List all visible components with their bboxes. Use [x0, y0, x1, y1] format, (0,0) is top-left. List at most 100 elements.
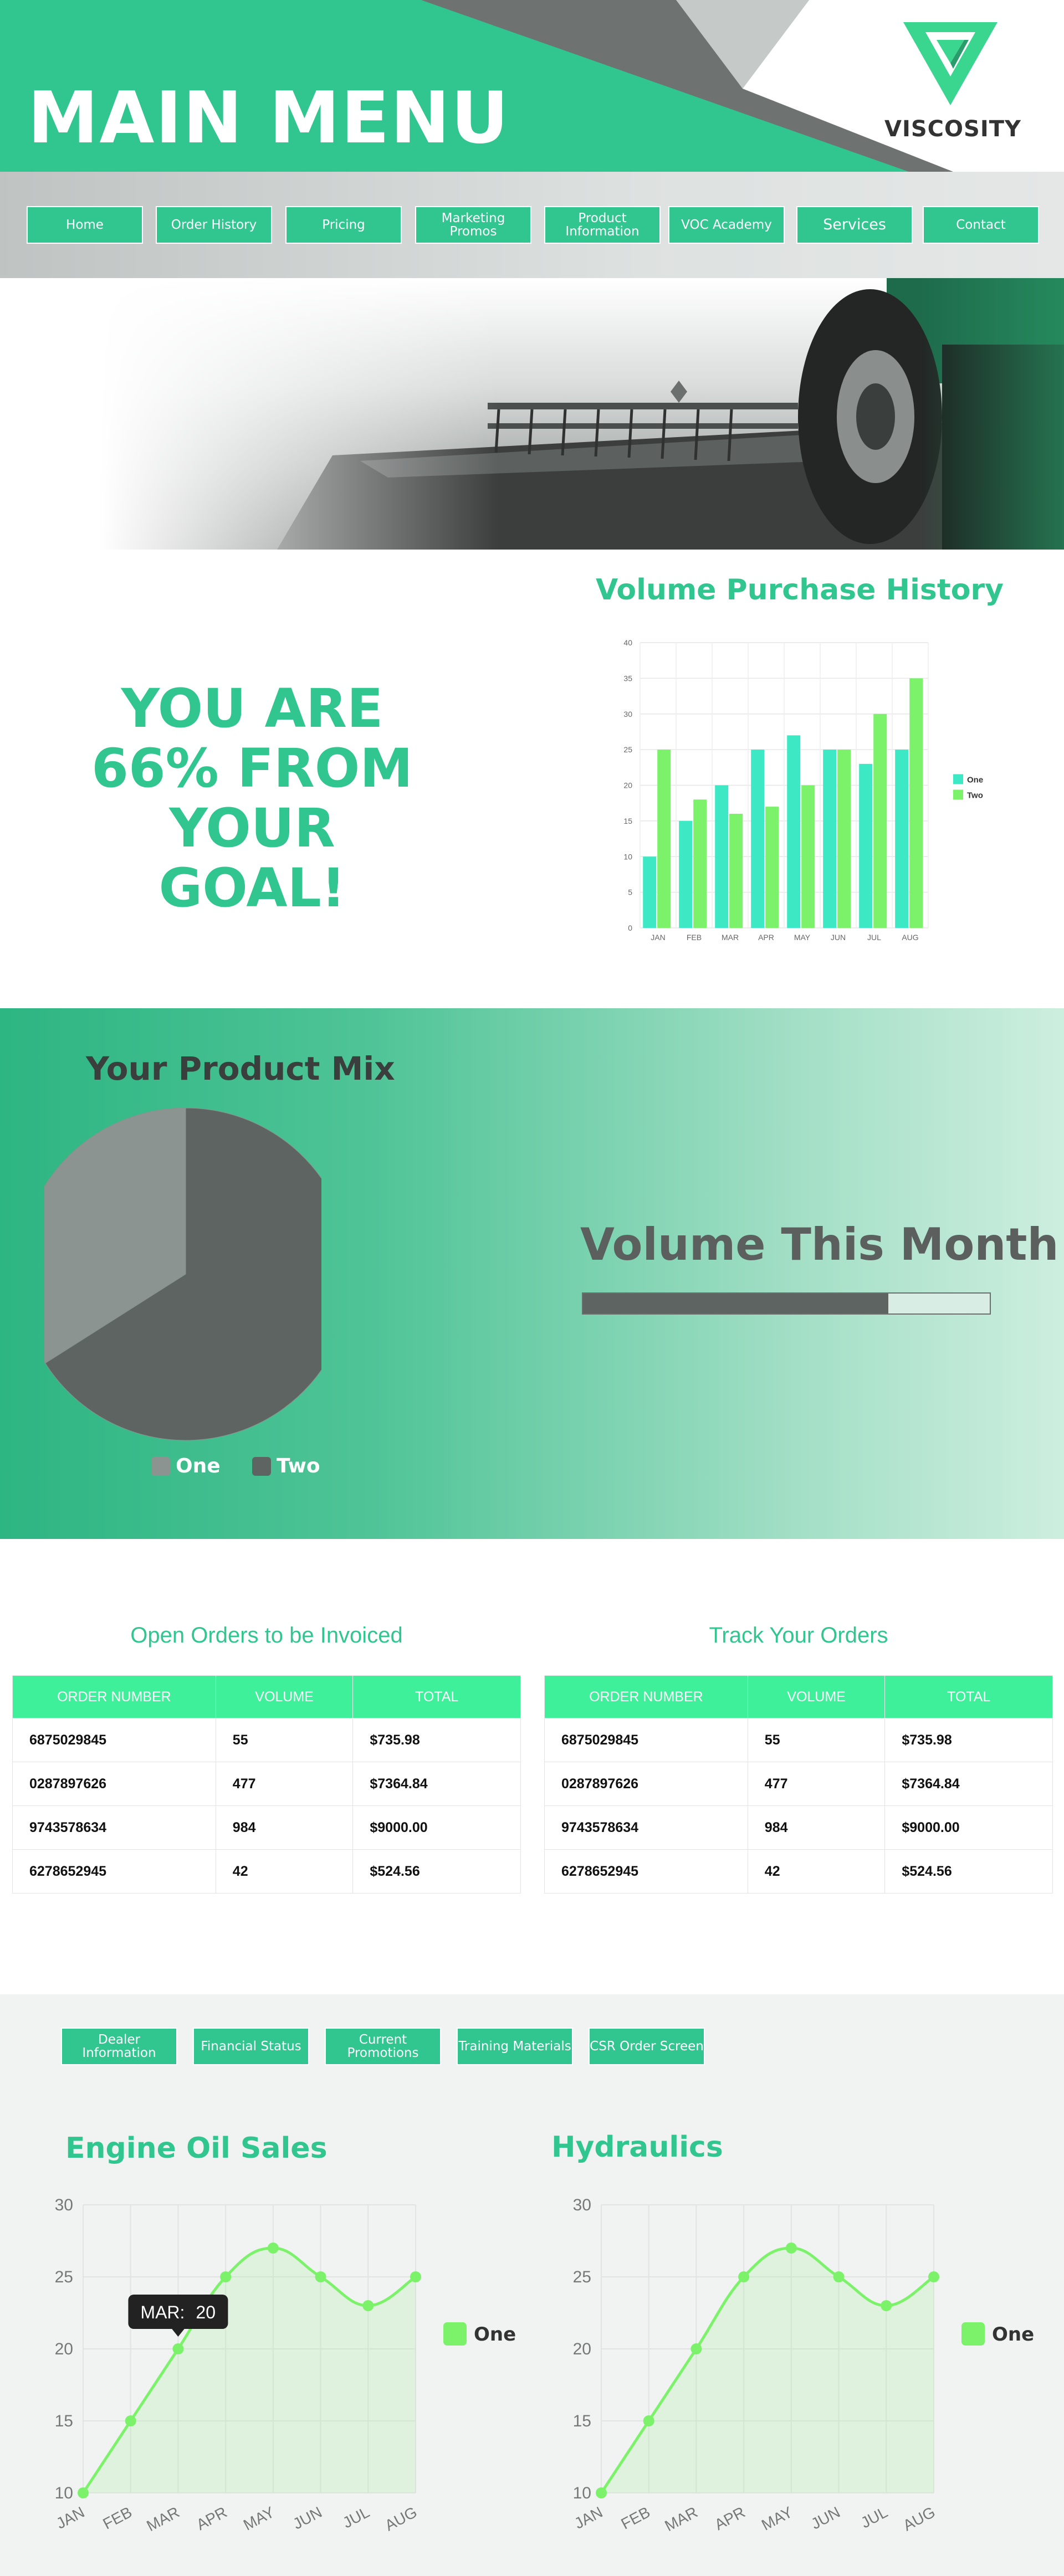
legend-swatch [443, 2322, 467, 2346]
order-number-cell: 6278652945 [544, 1849, 748, 1893]
x-tick-label: JUL [858, 2503, 891, 2532]
data-point [881, 2300, 892, 2311]
x-tick-label: FEB [100, 2503, 135, 2533]
x-tick-label: JUN [808, 2503, 843, 2533]
csr-order-screen-button[interactable]: CSR Order Screen [589, 2028, 705, 2065]
legend-swatch [953, 774, 963, 784]
bar-two [801, 785, 815, 928]
total-cell: $9000.00 [352, 1805, 521, 1850]
column-header-volume[interactable]: VOLUME [215, 1675, 354, 1718]
y-tick-label: 20 [623, 781, 632, 790]
engine-oil-title: Engine Oil Sales [65, 2132, 328, 2165]
x-tick-label: JAN [571, 2503, 605, 2532]
nav-services-button[interactable]: Services [796, 206, 913, 244]
data-point [690, 2343, 702, 2354]
column-header-total[interactable]: TOTAL [352, 1675, 521, 1718]
order-number-cell: 6278652945 [12, 1849, 216, 1893]
y-tick-label: 15 [573, 2412, 591, 2430]
legend-swatch [252, 1457, 271, 1476]
order-number-cell: 0287897626 [544, 1762, 748, 1806]
table-row[interactable]: 6875029845 55 $735.98 [544, 1718, 1053, 1762]
data-point [643, 2415, 654, 2426]
total-cell: $735.98 [352, 1718, 521, 1762]
nav-contact-button[interactable]: Contact [923, 206, 1039, 244]
y-tick-label: 30 [623, 710, 632, 719]
total-cell: $735.98 [884, 1718, 1053, 1762]
table-row[interactable]: 0287897626 477 $7364.84 [544, 1762, 1053, 1806]
financial-status-button[interactable]: Financial Status [193, 2028, 309, 2065]
bar-one [823, 750, 837, 928]
legend-label: One [176, 1455, 221, 1477]
dealer-information-button[interactable]: Dealer Information [61, 2028, 177, 2065]
bar-one [751, 750, 765, 928]
bar-two [909, 678, 923, 928]
legend-swatch [953, 789, 963, 800]
legend-label: One [967, 776, 983, 785]
x-tick-label: JAN [53, 2503, 87, 2532]
x-tick-label: JUN [831, 933, 846, 942]
table-row[interactable]: 6278652945 42 $524.56 [544, 1849, 1053, 1893]
x-tick-label: AUG [382, 2503, 420, 2534]
training-materials-button[interactable]: Training Materials [457, 2028, 573, 2065]
track-orders-title: Track Your Orders [709, 1623, 888, 1648]
nav-home-button[interactable]: Home [27, 206, 143, 244]
volume-cell: 42 [747, 1849, 886, 1893]
column-header-total[interactable]: TOTAL [884, 1675, 1053, 1718]
y-tick-label: 30 [573, 2196, 591, 2214]
table-row[interactable]: 9743578634 984 $9000.00 [12, 1805, 521, 1850]
column-header-order-number[interactable]: ORDER NUMBER [544, 1675, 748, 1718]
viscosity-logo-icon[interactable] [876, 22, 1020, 105]
bar-two [657, 750, 671, 928]
y-tick-label: 25 [55, 2268, 73, 2286]
nav-marketing-promos-button[interactable]: Marketing Promos [415, 206, 531, 244]
data-point [738, 2271, 750, 2282]
y-tick-label: 25 [573, 2268, 591, 2286]
nav-voc-academy-button[interactable]: VOC Academy [668, 206, 785, 244]
table-row[interactable]: 9743578634 984 $9000.00 [544, 1805, 1053, 1850]
x-tick-label: MAY [794, 933, 811, 942]
column-header-order-number[interactable]: ORDER NUMBER [12, 1675, 216, 1718]
bar-one [895, 750, 909, 928]
track-orders-table: ORDER NUMBER VOLUME TOTAL 6875029845 55 $7… [544, 1675, 1053, 1893]
goal-line-3: YOUR GOAL! [158, 797, 346, 919]
data-point [172, 2343, 184, 2354]
y-tick-label: 20 [573, 2340, 591, 2358]
legend-label: One [474, 2323, 516, 2346]
order-number-cell: 0287897626 [12, 1762, 216, 1806]
x-tick-label: MAR [722, 933, 739, 942]
volume-cell: 55 [215, 1718, 354, 1762]
hydraulics-line-chart: 10 15 20 25 30 JAN FEB MAR APR MAY JUN JUL AUG One [571, 2196, 1034, 2535]
data-point [785, 2243, 797, 2254]
x-tick-label: JUN [290, 2503, 325, 2533]
nav-pricing-button[interactable]: Pricing [285, 206, 402, 244]
bar-two [693, 799, 707, 928]
bar-one [679, 820, 693, 928]
bar-one [859, 763, 873, 928]
bar-one [715, 785, 729, 928]
tooltip-label: MAR: [140, 2302, 185, 2322]
x-tick-label: MAY [241, 2503, 278, 2534]
column-header-volume[interactable]: VOLUME [747, 1675, 886, 1718]
legend-label: Two [967, 791, 983, 800]
order-number-cell: 9743578634 [544, 1805, 748, 1850]
volume-progress-fill [583, 1294, 888, 1313]
current-promotions-button[interactable]: Current Promotions [325, 2028, 441, 2065]
nav-order-history-button[interactable]: Order History [156, 206, 272, 244]
bar-two [837, 750, 851, 928]
y-tick-label: 15 [623, 817, 632, 825]
table-row[interactable]: 6278652945 42 $524.56 [12, 1849, 521, 1893]
volume-history-bar-chart: 0 5 10 15 20 25 30 35 40 JAN FEB MAR APR MAY JUN JUL AUG… [623, 638, 983, 942]
order-number-cell: 9743578634 [12, 1805, 216, 1850]
y-tick-label: 10 [573, 2484, 591, 2502]
total-cell: $7364.84 [352, 1762, 521, 1806]
total-cell: $7364.84 [884, 1762, 1053, 1806]
legend-label: One [992, 2323, 1034, 2346]
y-tick-label: 5 [628, 888, 632, 897]
nav-product-information-button[interactable]: Product Information [544, 206, 661, 244]
y-tick-label: 10 [623, 852, 632, 861]
x-tick-label: MAR [662, 2503, 700, 2535]
data-point [596, 2487, 607, 2498]
table-row[interactable]: 6875029845 55 $735.98 [12, 1718, 521, 1762]
table-row[interactable]: 0287897626 477 $7364.84 [12, 1762, 521, 1806]
data-point [78, 2487, 89, 2498]
